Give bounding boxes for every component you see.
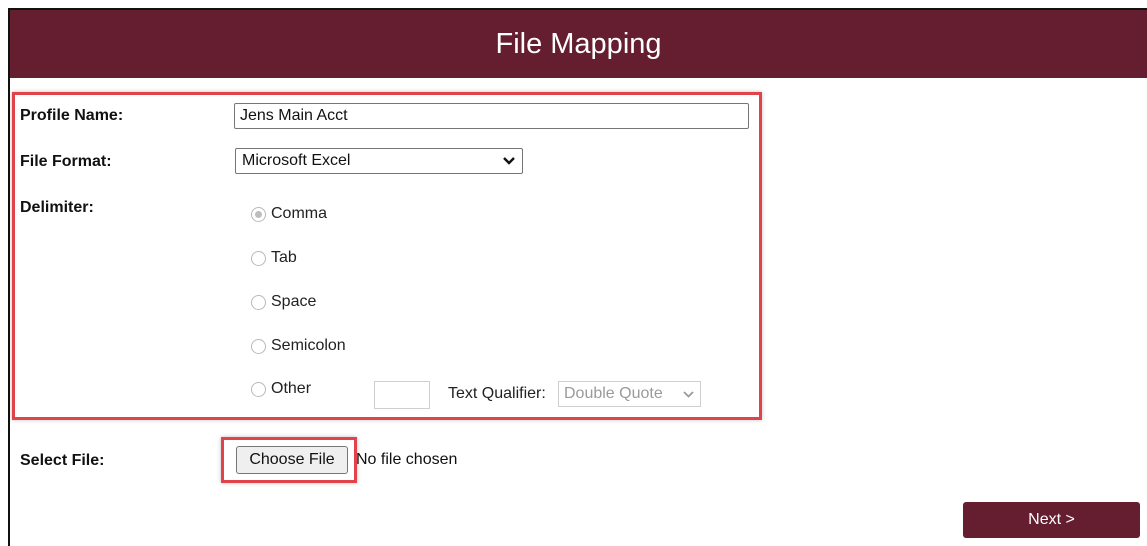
radio-comma-label: Comma <box>271 205 328 222</box>
radio-other-label: Other <box>271 380 312 397</box>
text-qualifier-label: Text Qualifier: <box>448 385 546 402</box>
settings-highlight-box <box>12 92 762 420</box>
delimiter-option-semicolon[interactable]: Semicolon <box>251 337 346 355</box>
radio-other[interactable] <box>251 381 266 397</box>
delimiter-option-space[interactable]: Space <box>251 293 316 311</box>
delimiter-option-other[interactable]: Other <box>251 380 311 398</box>
radio-tab-label: Tab <box>271 249 297 266</box>
chevron-down-icon <box>503 157 515 165</box>
file-format-select[interactable]: Microsoft Excel <box>235 148 523 174</box>
page-header: File Mapping <box>10 10 1147 78</box>
file-format-value: Microsoft Excel <box>242 152 351 169</box>
radio-semicolon[interactable] <box>251 338 266 354</box>
radio-comma[interactable] <box>251 206 266 222</box>
file-status: No file chosen <box>356 451 458 468</box>
text-qualifier-select[interactable]: Double Quote <box>558 381 701 407</box>
profile-name-input[interactable] <box>234 103 749 129</box>
delimiter-option-tab[interactable]: Tab <box>251 249 297 267</box>
radio-space[interactable] <box>251 294 266 310</box>
page-title: File Mapping <box>495 27 662 60</box>
delimiter-option-comma[interactable]: Comma <box>251 205 327 223</box>
choose-file-button[interactable]: Choose File <box>236 446 348 474</box>
select-file-label: Select File: <box>20 452 105 469</box>
radio-semicolon-label: Semicolon <box>271 337 346 354</box>
profile-name-label: Profile Name: <box>20 107 124 124</box>
file-format-label: File Format: <box>20 153 112 170</box>
other-delimiter-input[interactable] <box>374 381 430 409</box>
text-qualifier-value: Double Quote <box>564 385 663 402</box>
delimiter-label: Delimiter: <box>20 199 94 216</box>
chevron-down-icon <box>683 390 694 398</box>
radio-space-label: Space <box>271 293 317 310</box>
radio-tab[interactable] <box>251 250 266 266</box>
next-button[interactable]: Next > <box>963 502 1140 538</box>
